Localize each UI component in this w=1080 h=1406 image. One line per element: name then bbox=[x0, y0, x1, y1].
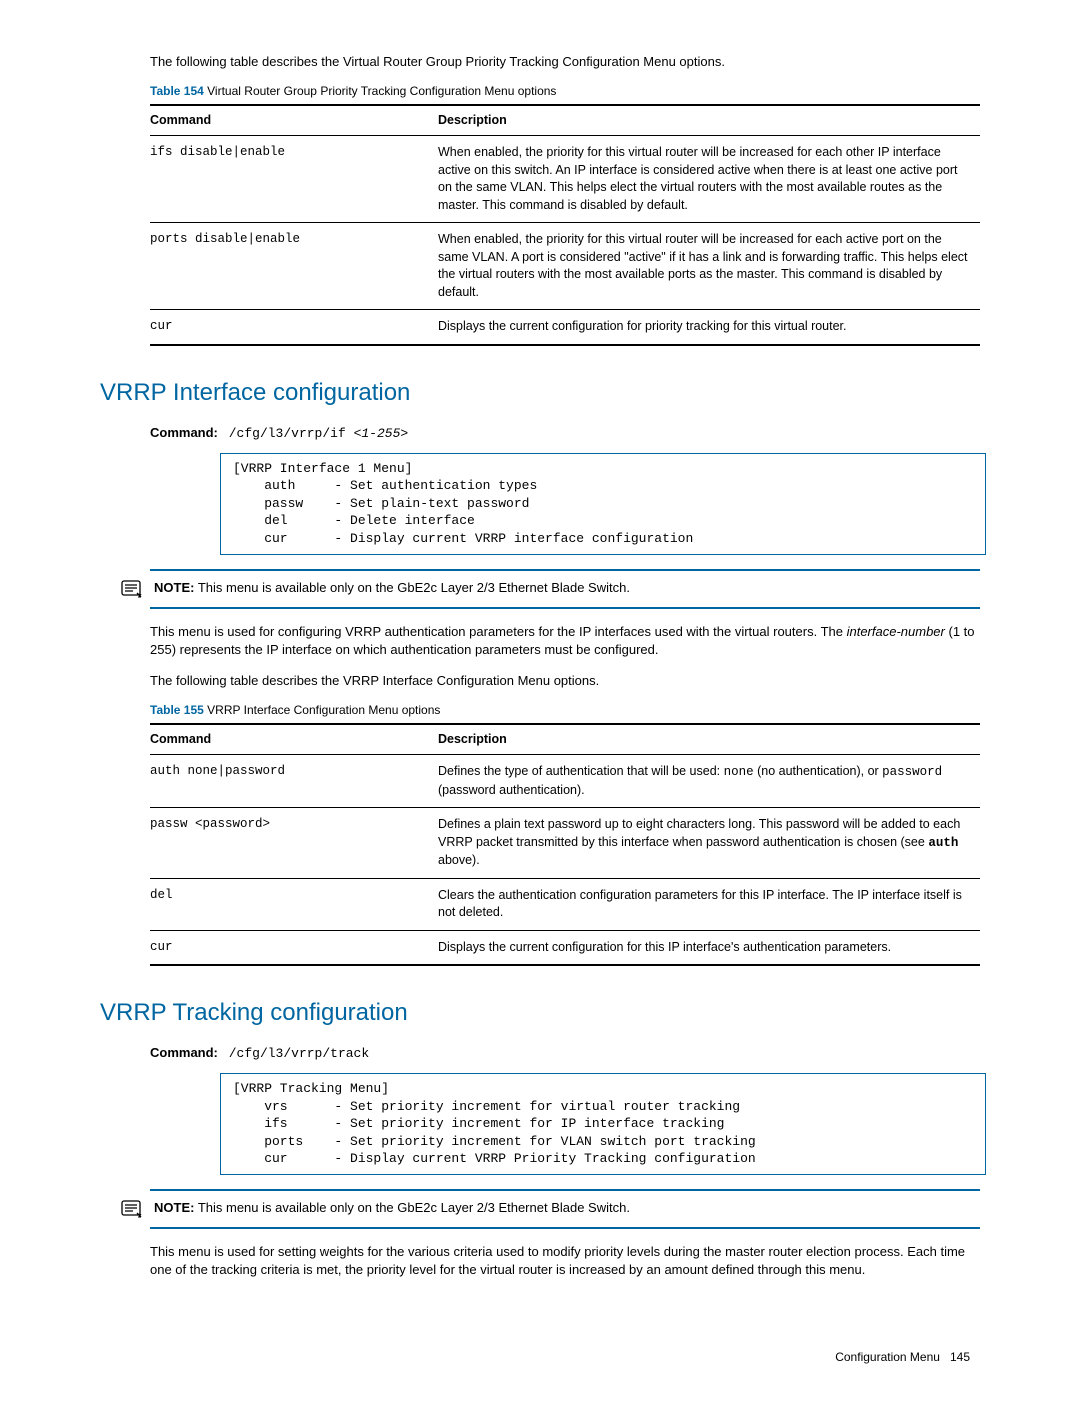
desc-part: (password authentication). bbox=[438, 783, 585, 797]
desc-cell: Displays the current configuration for p… bbox=[438, 310, 980, 345]
col-command: Command bbox=[150, 724, 438, 755]
table-row: ports disable|enable When enabled, the p… bbox=[150, 223, 980, 310]
note-label: NOTE: bbox=[154, 580, 194, 595]
note-body: This menu is available only on the GbE2c… bbox=[194, 1200, 630, 1215]
footer-page: 145 bbox=[950, 1350, 970, 1364]
cmd-cell: cur bbox=[150, 930, 438, 965]
table-row: ifs disable|enable When enabled, the pri… bbox=[150, 136, 980, 223]
page-footer: Configuration Menu 145 bbox=[100, 1349, 1000, 1366]
cmd-cell: cur bbox=[150, 310, 438, 345]
desc-cell: Clears the authentication configuration … bbox=[438, 878, 980, 930]
desc-part: above). bbox=[438, 853, 480, 867]
table-row: del Clears the authentication configurat… bbox=[150, 878, 980, 930]
body-paragraph: This menu is used for setting weights fo… bbox=[150, 1243, 980, 1279]
table-154: Command Description ifs disable|enable W… bbox=[150, 104, 980, 346]
intro-paragraph: The following table describes the VRRP I… bbox=[150, 672, 1000, 690]
note-text: NOTE: This menu is available only on the… bbox=[154, 579, 630, 597]
command-label: Command: bbox=[150, 1045, 218, 1060]
table-label: Table 155 bbox=[150, 703, 204, 717]
note-text: NOTE: This menu is available only on the… bbox=[154, 1199, 630, 1217]
note-icon bbox=[120, 1199, 144, 1219]
desc-part: Defines a plain text password up to eigh… bbox=[438, 817, 960, 849]
desc-cell: Defines a plain text password up to eigh… bbox=[438, 808, 980, 879]
table-caption-text: Virtual Router Group Priority Tracking C… bbox=[204, 84, 557, 98]
desc-cell: Displays the current configuration for t… bbox=[438, 930, 980, 965]
command-value: /cfg/l3/vrrp/if bbox=[229, 426, 354, 441]
cmd-cell: ifs disable|enable bbox=[150, 136, 438, 223]
section-heading-tracking: VRRP Tracking configuration bbox=[100, 996, 1000, 1030]
table-label: Table 154 bbox=[150, 84, 204, 98]
note-block-if: NOTE: This menu is available only on the… bbox=[150, 569, 980, 609]
body-paragraph: This menu is used for configuring VRRP a… bbox=[150, 623, 980, 659]
cmd-cell: auth none|password bbox=[150, 755, 438, 808]
inline-code: password bbox=[882, 765, 942, 779]
command-line-if: Command: /cfg/l3/vrrp/if <1-255> bbox=[150, 424, 1000, 443]
desc-cell: Defines the type of authentication that … bbox=[438, 755, 980, 808]
cmd-cell: del bbox=[150, 878, 438, 930]
para-part: This menu is used for configuring VRRP a… bbox=[150, 624, 847, 639]
intro-paragraph: The following table describes the Virtua… bbox=[150, 53, 1000, 71]
col-description: Description bbox=[438, 724, 980, 755]
command-line-track: Command: /cfg/l3/vrrp/track bbox=[150, 1044, 1000, 1063]
table-155: Command Description auth none|password D… bbox=[150, 723, 980, 967]
command-label: Command: bbox=[150, 425, 218, 440]
table-caption-text: VRRP Interface Configuration Menu option… bbox=[204, 703, 441, 717]
note-icon bbox=[120, 579, 144, 599]
menu-box-if: [VRRP Interface 1 Menu] auth - Set authe… bbox=[220, 453, 986, 555]
italic-term: interface-number bbox=[847, 624, 945, 639]
table-caption-155: Table 155 VRRP Interface Configuration M… bbox=[150, 702, 1000, 719]
footer-section: Configuration Menu bbox=[835, 1350, 940, 1364]
note-label: NOTE: bbox=[154, 1200, 194, 1215]
inline-code: none bbox=[724, 765, 754, 779]
desc-cell: When enabled, the priority for this virt… bbox=[438, 136, 980, 223]
table-row: passw <password> Defines a plain text pa… bbox=[150, 808, 980, 879]
cmd-cell: passw <password> bbox=[150, 808, 438, 879]
table-row: cur Displays the current configuration f… bbox=[150, 930, 980, 965]
note-body: This menu is available only on the GbE2c… bbox=[194, 580, 630, 595]
table-row: auth none|password Defines the type of a… bbox=[150, 755, 980, 808]
menu-box-track: [VRRP Tracking Menu] vrs - Set priority … bbox=[220, 1073, 986, 1175]
desc-part: (no authentication), or bbox=[754, 764, 883, 778]
section-heading-interface: VRRP Interface configuration bbox=[100, 376, 1000, 410]
desc-part: Defines the type of authentication that … bbox=[438, 764, 724, 778]
inline-code: auth bbox=[928, 836, 958, 850]
col-command: Command bbox=[150, 105, 438, 136]
table-caption-154: Table 154 Virtual Router Group Priority … bbox=[150, 83, 1000, 100]
command-value: /cfg/l3/vrrp/track bbox=[229, 1046, 369, 1061]
cmd-cell: ports disable|enable bbox=[150, 223, 438, 310]
table-row: cur Displays the current configuration f… bbox=[150, 310, 980, 345]
desc-cell: When enabled, the priority for this virt… bbox=[438, 223, 980, 310]
command-arg: <1-255> bbox=[354, 426, 409, 441]
col-description: Description bbox=[438, 105, 980, 136]
note-block-track: NOTE: This menu is available only on the… bbox=[150, 1189, 980, 1229]
